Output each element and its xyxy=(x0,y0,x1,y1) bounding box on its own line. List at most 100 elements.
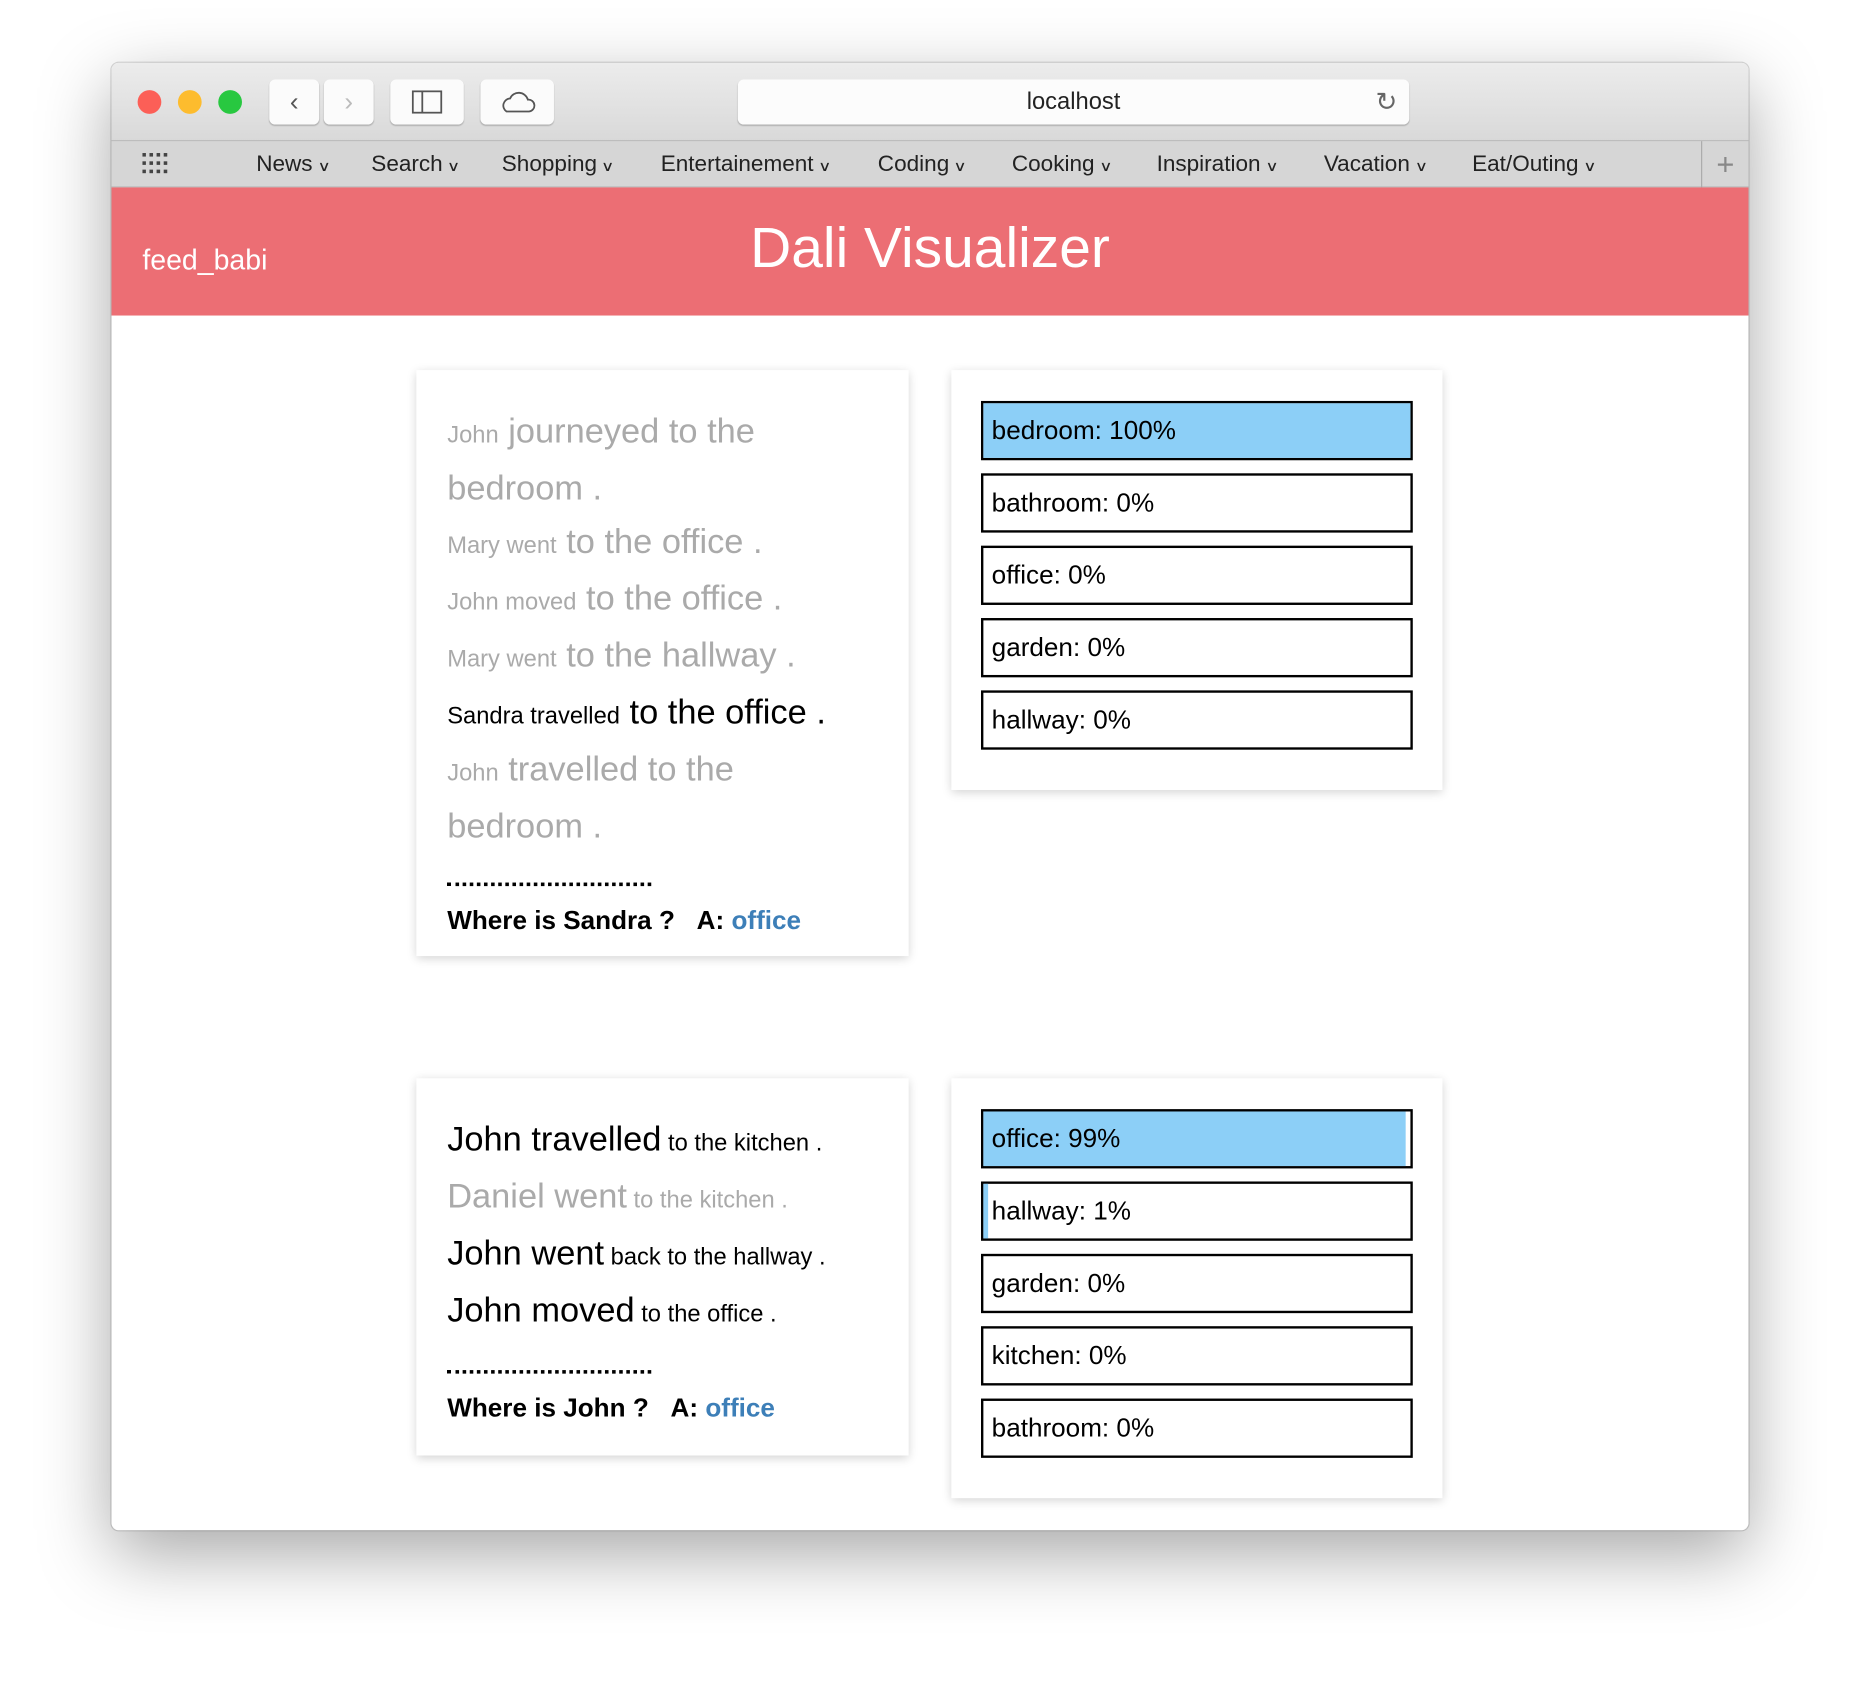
cloud-icon xyxy=(502,91,536,113)
bookmark-label: News xyxy=(256,151,313,177)
story-sentence: Sandra travelled to the office . xyxy=(447,687,878,744)
prediction-label: hallway: 0% xyxy=(991,704,1131,735)
prediction-bar: bedroom: 100% xyxy=(981,400,1413,461)
prediction-card: bedroom: 100% bathroom: 0% office: 0% garde… xyxy=(951,370,1443,791)
bookmark-eat-outing[interactable]: Eat/Outing ∨ xyxy=(1472,141,1597,188)
prediction-label: office: 99% xyxy=(991,1123,1121,1154)
question-row: Where is Sandra ? A: office xyxy=(447,905,878,936)
sentence-segment: to the kitchen . xyxy=(626,1187,788,1214)
chevron-down-icon: ∨ xyxy=(953,157,968,175)
sidebar-toggle-button[interactable] xyxy=(390,79,464,125)
bookmark-shopping[interactable]: Shopping ∨ xyxy=(501,141,615,188)
bookmark-search[interactable]: Search ∨ xyxy=(371,141,461,188)
sentence-segment: John went xyxy=(447,1234,605,1273)
sentence-segment: John xyxy=(447,760,499,787)
bookmark-news[interactable]: News ∨ xyxy=(256,141,331,188)
prediction-label: bathroom: 0% xyxy=(991,487,1155,518)
bookmark-inspiration[interactable]: Inspiration ∨ xyxy=(1156,141,1279,188)
chevron-down-icon: ∨ xyxy=(817,157,832,175)
prediction-label: garden: 0% xyxy=(991,1268,1126,1298)
sentence-segment: to the office . xyxy=(576,580,783,619)
story-sentence: John journeyed to the bedroom . xyxy=(447,406,878,516)
zoom-window-button[interactable] xyxy=(218,90,242,114)
story-sentence: Mary went to the hallway . xyxy=(447,630,878,687)
sentence-segment: John moved xyxy=(447,1291,635,1330)
bookmark-label: Inspiration xyxy=(1156,151,1261,177)
sentence-segment: John moved xyxy=(447,589,577,616)
story-lines: John travelled to the kitchen . Daniel we… xyxy=(416,1078,908,1423)
chevron-down-icon: ∨ xyxy=(447,157,461,175)
address-text: localhost xyxy=(1026,88,1121,116)
sentence-segment: to the kitchen . xyxy=(661,1130,823,1157)
bookmark-label: Entertainement xyxy=(660,151,814,177)
forward-button[interactable]: › xyxy=(323,79,374,125)
sentence-segment: Daniel went xyxy=(447,1177,627,1216)
page-title: Dali Visualizer xyxy=(750,217,1110,280)
chevron-right-icon: › xyxy=(344,86,354,117)
chevron-down-icon: ∨ xyxy=(1098,157,1113,175)
story-lines: John journeyed to the bedroom . Mary went… xyxy=(416,370,908,936)
prediction-label: hallway: 1% xyxy=(991,1195,1131,1226)
close-window-button[interactable] xyxy=(137,90,162,114)
answer-label: A: xyxy=(670,1392,699,1423)
browser-toolbar: ‹ › localhost ↻ xyxy=(111,62,1749,140)
address-bar[interactable]: localhost ↻ xyxy=(737,79,1410,125)
question-text: Where is John ? xyxy=(447,1392,649,1423)
sentence-segment: to the office . xyxy=(556,523,763,562)
sidebar-icon xyxy=(411,90,443,114)
sentence-segment: John travelled xyxy=(447,1120,662,1159)
prediction-bar: kitchen: 0% xyxy=(981,1326,1413,1386)
prediction-label: kitchen: 0% xyxy=(991,1340,1127,1371)
prediction-label: bathroom: 0% xyxy=(991,1412,1155,1443)
prediction-label: office: 0% xyxy=(991,559,1106,590)
chevron-down-icon: ∨ xyxy=(1264,157,1279,175)
bookmark-entertainement[interactable]: Entertainement ∨ xyxy=(660,141,832,188)
prediction-bar: bathroom: 0% xyxy=(981,1398,1413,1458)
sentence-segment: Mary went xyxy=(447,646,557,673)
prediction-bar: garden: 0% xyxy=(981,1253,1413,1314)
answer-text: office xyxy=(705,1392,775,1423)
minimize-window-button[interactable] xyxy=(177,90,202,114)
sentence-segment: to the office . xyxy=(619,693,826,732)
question-text: Where is Sandra ? xyxy=(447,905,675,935)
chevron-down-icon: ∨ xyxy=(316,157,331,175)
sentence-segment: back to the hallway . xyxy=(604,1244,826,1271)
sentence-segment: John xyxy=(447,422,499,449)
bookmark-coding[interactable]: Coding ∨ xyxy=(877,141,968,188)
story-sentence: John travelled to the bedroom . xyxy=(447,744,878,854)
story-sentence: John went back to the hallway . xyxy=(447,1228,878,1285)
icloud-tabs-button[interactable] xyxy=(480,79,554,125)
new-tab-button[interactable]: + xyxy=(1701,141,1748,189)
bookmark-label: Coding xyxy=(877,151,950,177)
prediction-card: office: 99% hallway: 1% garden: 0% kitchen:… xyxy=(951,1078,1443,1499)
sentence-segment: Mary went xyxy=(447,532,557,559)
browser-window: ‹ › localhost ↻ News ∨ Search ∨ Shopping ∨ E… xyxy=(111,62,1749,1531)
bookmark-label: Eat/Outing xyxy=(1472,151,1579,177)
story-sentence: Daniel went to the kitchen . xyxy=(447,1171,878,1228)
answer-label: A: xyxy=(696,905,725,935)
chevron-left-icon: ‹ xyxy=(289,86,299,117)
prediction-bar: office: 0% xyxy=(981,545,1413,605)
reload-icon[interactable]: ↻ xyxy=(1375,79,1397,124)
dotted-divider xyxy=(447,882,652,887)
story-card: John travelled to the kitchen . Daniel we… xyxy=(416,1078,909,1456)
prediction-bar: bathroom: 0% xyxy=(981,473,1413,533)
question-row: Where is John ? A: office xyxy=(447,1393,878,1424)
sentence-segment: Sandra travelled xyxy=(447,703,620,730)
prediction-label: garden: 0% xyxy=(991,632,1126,662)
bookmark-label: Cooking xyxy=(1011,151,1095,177)
prediction-fill xyxy=(983,1183,988,1239)
dotted-divider xyxy=(447,1370,652,1374)
bookmark-cooking[interactable]: Cooking ∨ xyxy=(1011,141,1113,188)
answer-text: office xyxy=(731,905,802,935)
plus-icon: + xyxy=(1716,145,1735,182)
bookmark-label: Shopping xyxy=(501,151,598,177)
sentence-segment: to the hallway . xyxy=(556,637,796,675)
story-sentence: John moved to the office . xyxy=(447,573,878,630)
prediction-bar: hallway: 1% xyxy=(981,1181,1413,1241)
chevron-down-icon: ∨ xyxy=(1582,157,1597,175)
bookmark-label: Search xyxy=(371,151,443,177)
back-button[interactable]: ‹ xyxy=(269,79,320,125)
bookmark-vacation[interactable]: Vacation ∨ xyxy=(1324,141,1428,188)
grid-icon[interactable] xyxy=(142,153,173,177)
